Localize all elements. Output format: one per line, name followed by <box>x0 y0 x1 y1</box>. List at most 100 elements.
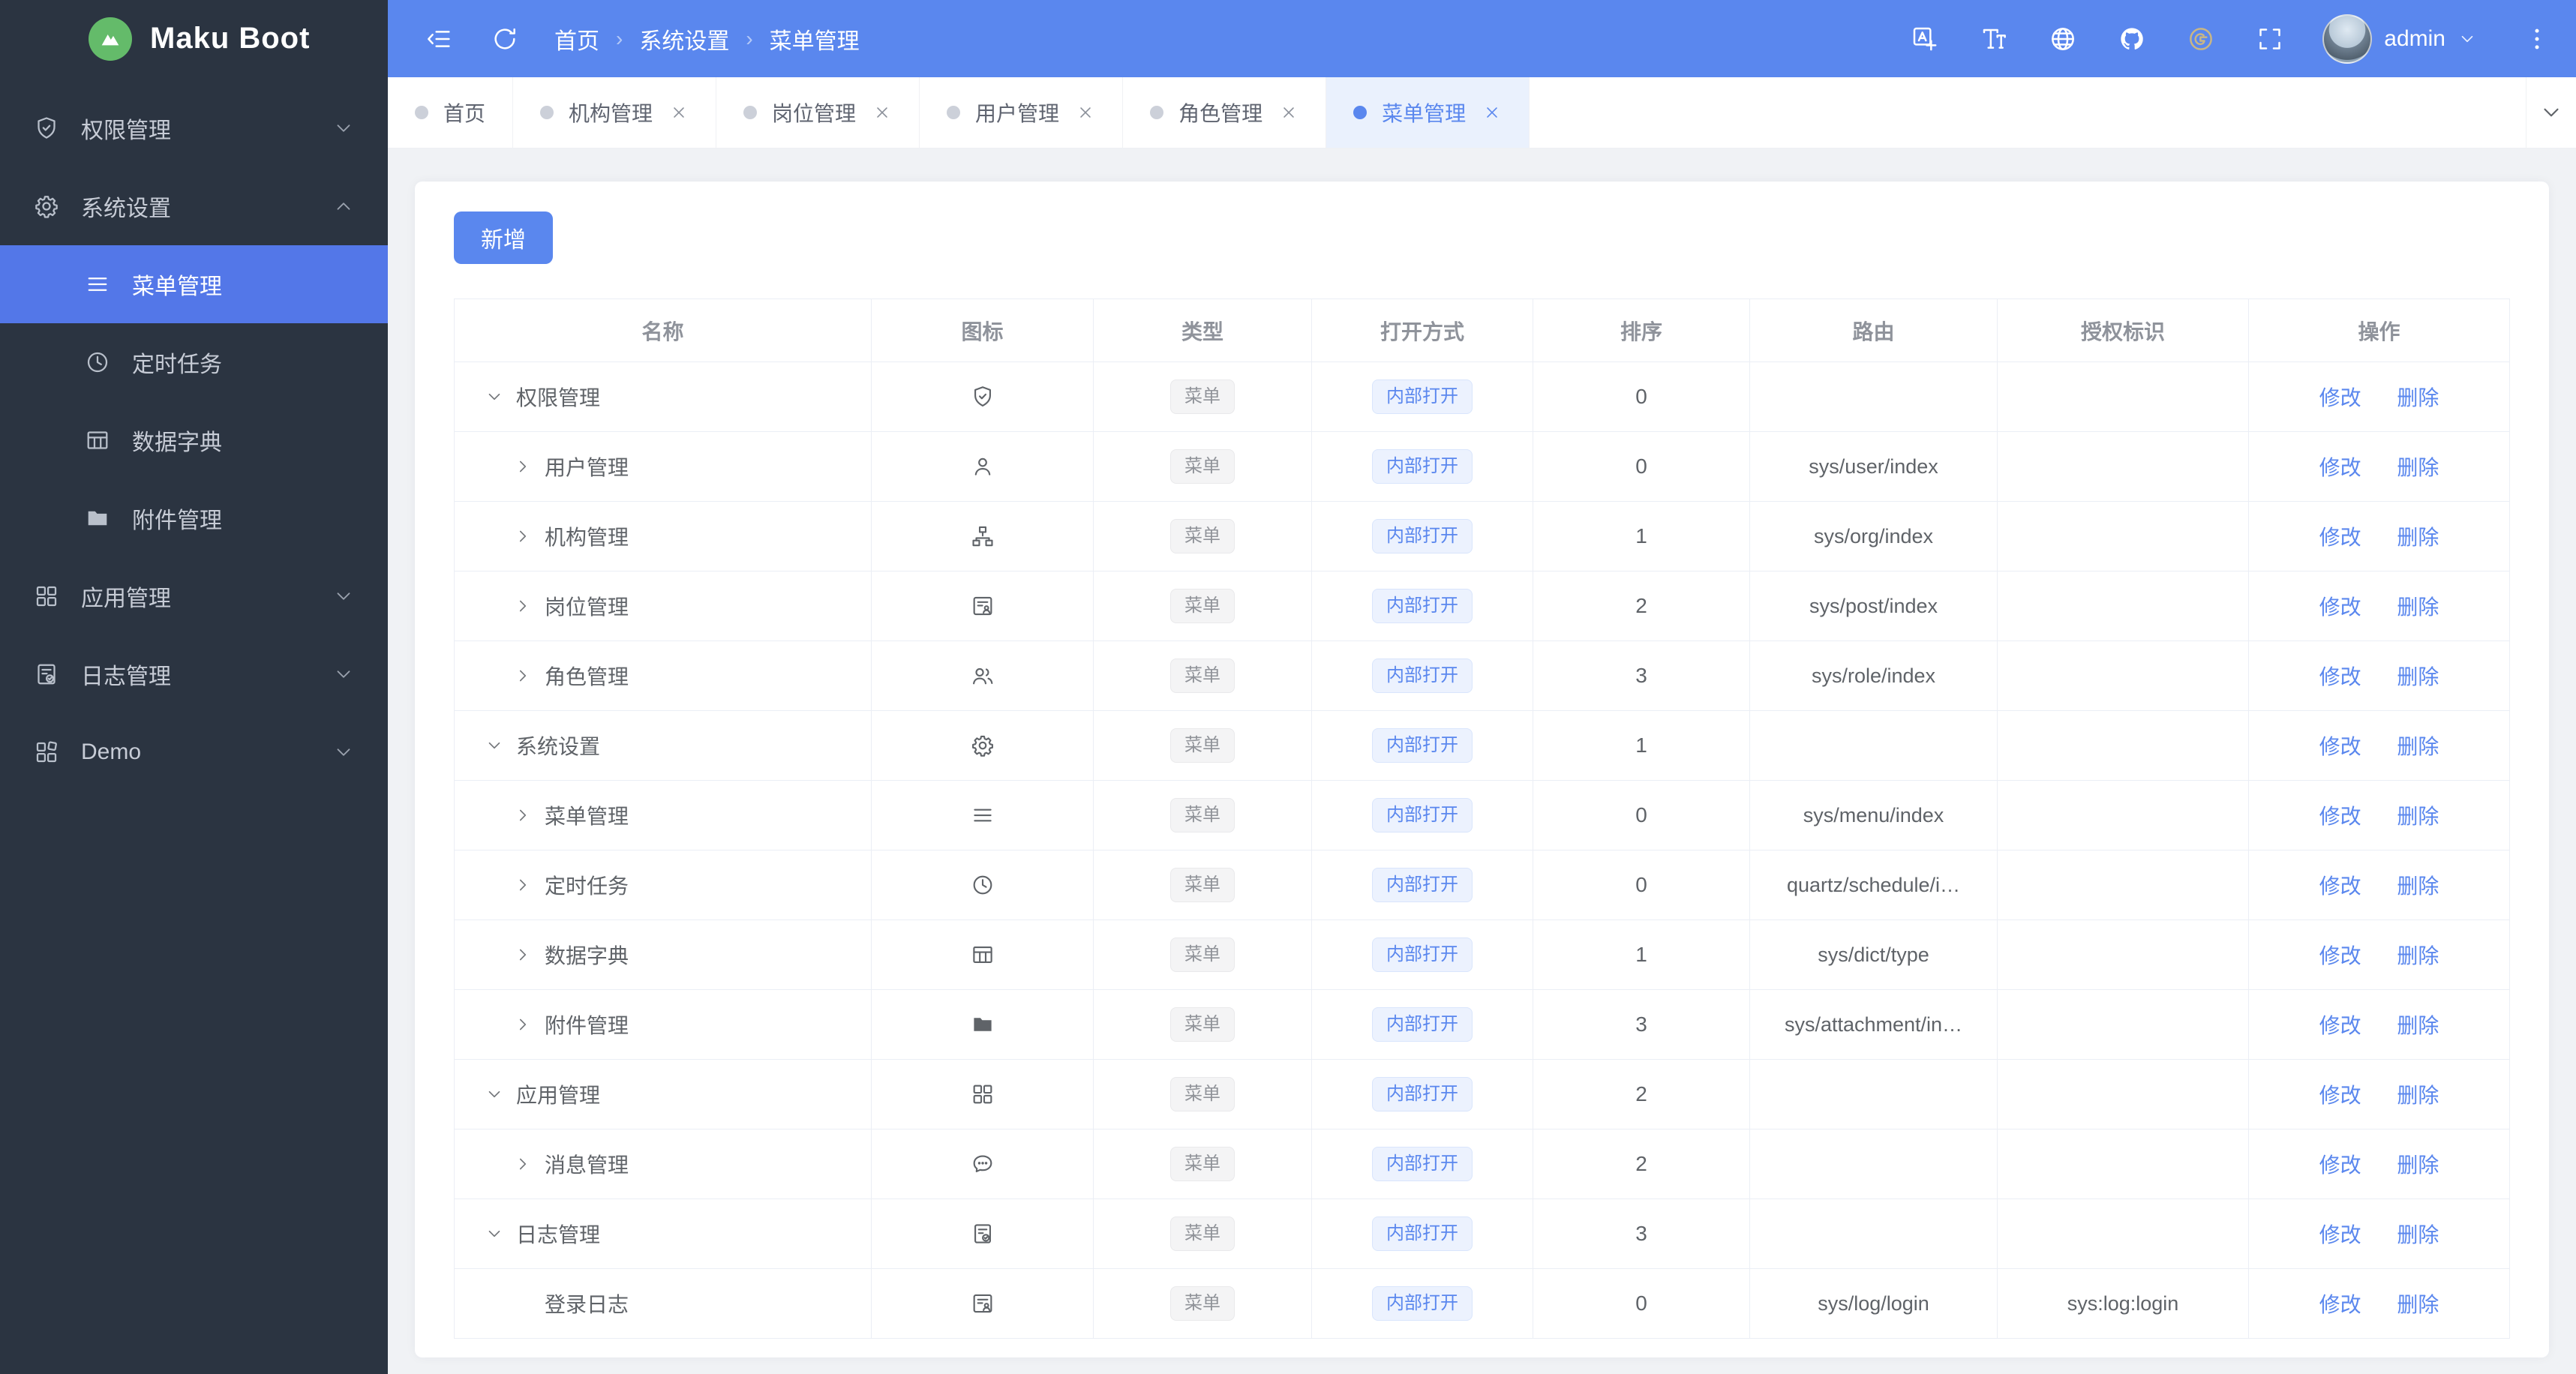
more-options-icon[interactable] <box>2520 22 2553 56</box>
delete-link[interactable]: 删除 <box>2397 1014 2439 1037</box>
type-badge: 菜单 <box>1170 798 1235 832</box>
sidebar-item-Demo[interactable]: Demo <box>0 713 388 791</box>
column-header: 排序 <box>1533 298 1750 362</box>
edit-link[interactable]: 修改 <box>2319 1084 2361 1107</box>
edit-link[interactable]: 修改 <box>2319 526 2361 549</box>
menu-name: 登录日志 <box>545 1293 629 1316</box>
tab-list-dropdown[interactable] <box>2526 77 2576 148</box>
sort-value: 0 <box>1533 362 1750 432</box>
expand-row-icon[interactable] <box>510 802 536 828</box>
github-icon[interactable] <box>2115 22 2148 56</box>
gitee-icon[interactable] <box>2184 22 2217 56</box>
globe-icon[interactable] <box>2046 22 2079 56</box>
collapse-row-icon[interactable] <box>482 1221 507 1246</box>
sidebar-item-数据字典[interactable]: 数据字典 <box>0 401 388 479</box>
translate-icon[interactable] <box>1908 22 1941 56</box>
open-type-badge: 内部打开 <box>1372 449 1473 484</box>
tab-菜单管理[interactable]: 菜单管理 <box>1326 77 1530 148</box>
table-header-row: 名称 图标 类型 打开方式 排序 路由 授权标识 操作 <box>454 298 2510 362</box>
breadcrumb-section[interactable]: 系统设置 <box>639 22 729 56</box>
tab-close-icon[interactable] <box>669 103 689 122</box>
user-menu[interactable]: admin <box>2322 14 2477 64</box>
expand-row-icon[interactable] <box>510 524 536 549</box>
delete-link[interactable]: 删除 <box>2397 735 2439 758</box>
refresh-icon[interactable] <box>488 22 521 56</box>
edit-link[interactable]: 修改 <box>2319 1223 2361 1246</box>
sidebar-item-日志管理[interactable]: 日志管理 <box>0 635 388 713</box>
edit-link[interactable]: 修改 <box>2319 665 2361 688</box>
edit-link[interactable]: 修改 <box>2319 456 2361 479</box>
collapse-row-icon[interactable] <box>482 384 507 410</box>
delete-link[interactable]: 删除 <box>2397 386 2439 410</box>
expand-row-icon[interactable] <box>510 593 536 619</box>
edit-link[interactable]: 修改 <box>2319 596 2361 619</box>
tab-close-icon[interactable] <box>1076 103 1095 122</box>
chevron-up-icon <box>332 195 355 218</box>
main-area: 首页 › 系统设置 › 菜单管理 admin 首页 机构管理 岗位管理 用户管理… <box>388 0 2576 1374</box>
delete-link[interactable]: 删除 <box>2397 944 2439 968</box>
user-icon <box>970 454 995 479</box>
tab-close-icon[interactable] <box>872 103 892 122</box>
edit-link[interactable]: 修改 <box>2319 944 2361 968</box>
tab-首页[interactable]: 首页 <box>388 77 514 148</box>
sort-value: 1 <box>1533 920 1750 990</box>
avatar[interactable] <box>2322 14 2373 64</box>
edit-link[interactable]: 修改 <box>2319 874 2361 898</box>
sidebar-item-权限管理[interactable]: 权限管理 <box>0 89 388 167</box>
sidebar: Maku Boot 权限管理 系统设置 菜单管理 定时任务 数据字典 附件管理 … <box>0 0 388 1374</box>
expand-row-icon[interactable] <box>510 942 536 968</box>
tab-close-icon[interactable] <box>1482 103 1502 122</box>
edit-link[interactable]: 修改 <box>2319 805 2361 828</box>
tab-close-icon[interactable] <box>1279 103 1299 122</box>
tab-岗位管理[interactable]: 岗位管理 <box>716 77 920 148</box>
expand-row-icon[interactable] <box>510 872 536 898</box>
delete-link[interactable]: 删除 <box>2397 805 2439 828</box>
delete-link[interactable]: 删除 <box>2397 1084 2439 1107</box>
sidebar-item-label: 数据字典 <box>132 430 222 455</box>
expand-row-icon[interactable] <box>510 1151 536 1177</box>
tab-status-dot <box>1150 106 1164 119</box>
table-row: 应用管理 菜单 内部打开 2 修改 删除 <box>454 1059 2510 1130</box>
delete-link[interactable]: 删除 <box>2397 596 2439 619</box>
tab-角色管理[interactable]: 角色管理 <box>1123 77 1327 148</box>
delete-link[interactable]: 删除 <box>2397 526 2439 549</box>
edit-link[interactable]: 修改 <box>2319 1014 2361 1037</box>
sidebar-item-label: 系统设置 <box>81 196 171 221</box>
delete-link[interactable]: 删除 <box>2397 1293 2439 1316</box>
app-logo: Maku Boot <box>0 0 388 77</box>
sidebar-item-label: 应用管理 <box>81 586 171 611</box>
content-card: 新增 名称 图标 类型 打开方式 排序 路由 授权标识 操作 权限管理 菜单 内部打开 0 <box>415 182 2549 1358</box>
expand-row-icon[interactable] <box>510 454 536 479</box>
breadcrumb-home[interactable]: 首页 <box>554 22 599 56</box>
table-row: 菜单管理 菜单 内部打开 0 sys/menu/index 修改 删除 <box>454 780 2510 850</box>
menu-lines-icon <box>970 802 995 828</box>
tabbar-spacer <box>1530 77 2526 148</box>
font-size-icon[interactable] <box>1977 22 2010 56</box>
tab-机构管理[interactable]: 机构管理 <box>513 77 717 148</box>
menu-name: 应用管理 <box>516 1084 601 1107</box>
delete-link[interactable]: 删除 <box>2397 1223 2439 1246</box>
sidebar-item-附件管理[interactable]: 附件管理 <box>0 479 388 557</box>
sidebar-item-应用管理[interactable]: 应用管理 <box>0 557 388 635</box>
edit-link[interactable]: 修改 <box>2319 1293 2361 1316</box>
delete-link[interactable]: 删除 <box>2397 665 2439 688</box>
fullscreen-icon[interactable] <box>2253 22 2286 56</box>
sidebar-item-菜单管理[interactable]: 菜单管理 <box>0 245 388 323</box>
tab-用户管理[interactable]: 用户管理 <box>920 77 1124 148</box>
delete-link[interactable]: 删除 <box>2397 456 2439 479</box>
edit-link[interactable]: 修改 <box>2319 386 2361 410</box>
edit-link[interactable]: 修改 <box>2319 735 2361 758</box>
menu-fold-icon[interactable] <box>422 22 455 56</box>
open-type-badge: 内部打开 <box>1372 728 1473 763</box>
delete-link[interactable]: 删除 <box>2397 874 2439 898</box>
expand-row-icon[interactable] <box>510 663 536 688</box>
sidebar-item-定时任务[interactable]: 定时任务 <box>0 323 388 401</box>
edit-link[interactable]: 修改 <box>2319 1154 2361 1177</box>
collapse-row-icon[interactable] <box>482 1082 507 1107</box>
topbar-actions: admin <box>1908 14 2553 64</box>
collapse-row-icon[interactable] <box>482 733 507 758</box>
add-button[interactable]: 新增 <box>454 212 553 264</box>
delete-link[interactable]: 删除 <box>2397 1154 2439 1177</box>
sidebar-item-系统设置[interactable]: 系统设置 <box>0 167 388 245</box>
expand-row-icon[interactable] <box>510 1012 536 1037</box>
